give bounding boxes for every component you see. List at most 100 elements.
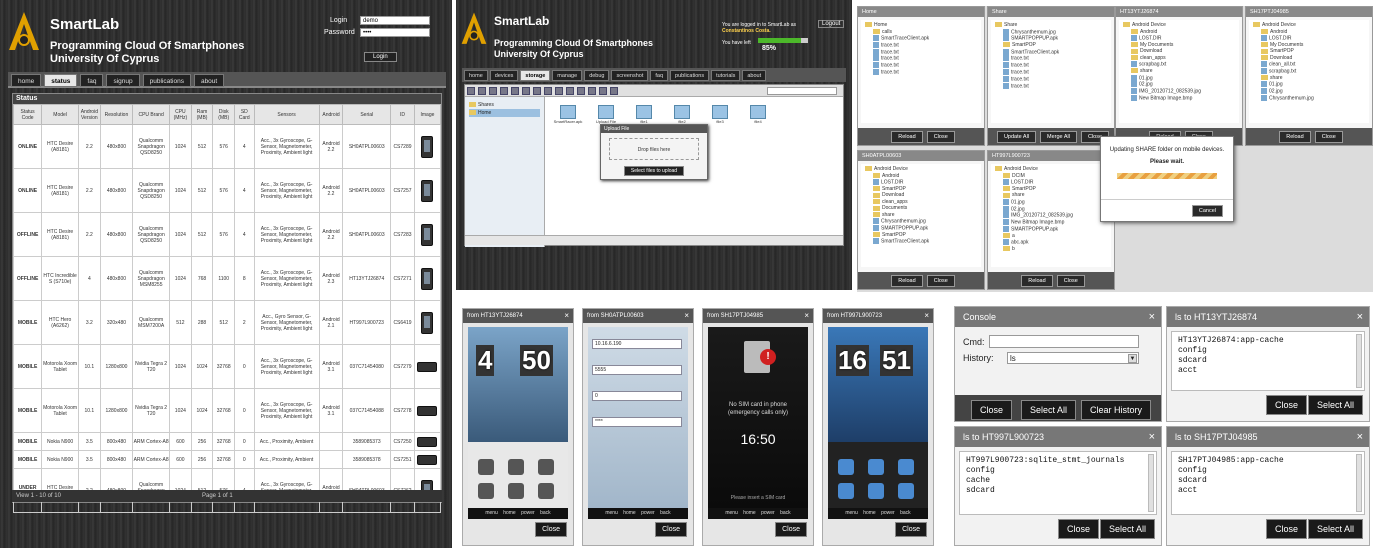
terminal-output[interactable]: SH17PTJ04985:app-cache config sdcard acct (1171, 451, 1365, 515)
app-icon[interactable] (538, 459, 554, 475)
screenshot-close-button[interactable]: Close (775, 522, 807, 537)
form-field[interactable]: 5555 (592, 365, 682, 375)
terminal-scrollbar[interactable] (1356, 334, 1362, 388)
tree-item[interactable]: 01.jpg (1121, 74, 1237, 82)
screenshot-title[interactable]: from SH17PTJ04985 (703, 309, 813, 323)
app-icon[interactable] (898, 483, 914, 499)
folder-reload-button[interactable]: Reload (1279, 131, 1311, 143)
toolbar-action-icon[interactable] (599, 87, 607, 95)
column-header[interactable]: Android (318, 104, 344, 125)
screenshot-title[interactable]: from SH0ATPL00603 (583, 309, 693, 323)
column-header[interactable]: Android Version (78, 104, 101, 125)
toolbar-action-icon[interactable] (522, 87, 530, 95)
column-header[interactable]: Disk (MB) (212, 104, 236, 125)
nav-manage[interactable]: manage (552, 70, 583, 81)
column-header[interactable]: Resolution (99, 104, 134, 125)
tree-item[interactable]: New Bitmap Image.bmp (1121, 95, 1237, 102)
app-icon[interactable] (868, 483, 884, 499)
tree-item[interactable]: Chrysanthemum.jpg (1251, 95, 1367, 102)
folder-close-button[interactable]: Close (1056, 275, 1085, 287)
dialog-cancel-button[interactable]: Cancel (1191, 205, 1223, 217)
tree-item[interactable]: scrapbag.txt (1121, 61, 1237, 68)
console-title[interactable]: Console (955, 307, 1161, 327)
tree-item[interactable]: IMG_20120712_082539.jpg (1121, 88, 1237, 95)
column-header[interactable]: CPU Brand (132, 104, 171, 125)
screenshot-close-button[interactable]: Close (535, 522, 567, 537)
tree-item[interactable]: 01.jpg (993, 198, 1109, 206)
table-row[interactable]: MOBILE Motorola Xoom Tablet 10.1 1280x800 Nv… (12, 344, 442, 389)
device-nav-keys[interactable]: menu home power back (588, 508, 688, 519)
chevron-down-icon[interactable]: ▼ (1128, 354, 1137, 363)
screenshot-title[interactable]: from HT997L900723 (823, 309, 933, 323)
folder-window-title[interactable]: Home (858, 7, 984, 17)
tree-item[interactable]: LOST.DIR (1121, 35, 1237, 42)
folder-close-button[interactable]: Close (926, 275, 955, 287)
column-header[interactable]: Status Code (12, 104, 43, 125)
clear-history-button[interactable]: Clear History (1081, 400, 1152, 420)
history-select[interactable]: ls ▼ (1007, 352, 1139, 364)
terminal-select-all-button[interactable]: Select All (1307, 519, 1363, 539)
device-nav-keys[interactable]: menu home power back (708, 508, 808, 519)
tree-item[interactable]: SMARTPOPPUP.apk (863, 225, 979, 232)
terminal-select-all-button[interactable]: Select All (1099, 519, 1155, 539)
nav-publications[interactable]: publications (670, 70, 710, 81)
folder-reload-button[interactable]: Reload (891, 275, 923, 287)
column-header[interactable]: ID (390, 104, 415, 125)
cmd-input[interactable] (989, 335, 1139, 348)
file-item[interactable]: file1 (627, 105, 661, 124)
console-close-button[interactable]: Close (971, 400, 1013, 420)
nav-screenshot[interactable]: screenshot (611, 70, 649, 81)
form-field[interactable]: 0 (592, 391, 682, 401)
nav-status[interactable]: status (44, 74, 78, 87)
folder-window-title[interactable]: Share (988, 7, 1114, 17)
nav-debug[interactable]: debug (584, 70, 610, 81)
toolbar-action-icon[interactable] (478, 87, 486, 95)
terminal-close-button[interactable]: Close (1265, 519, 1307, 539)
tree-item[interactable]: Chrysanthemum.jpg (863, 218, 979, 225)
file-item[interactable]: Upload File (589, 105, 623, 124)
tree-item[interactable]: SmartTraceClient.apk (863, 238, 979, 245)
file-item[interactable]: SmartRacer.apk (551, 105, 585, 124)
device-nav-keys[interactable]: menu home power back (468, 508, 568, 519)
login-button[interactable]: Login (364, 52, 397, 62)
nav-faq[interactable]: faq (650, 70, 669, 81)
terminal-output[interactable]: HT13YTJ26874:app-cache config sdcard acct (1171, 331, 1365, 391)
table-row[interactable]: OFFLINE HTC Desire (A8181) 2.2 480x800 Qualc… (12, 212, 442, 257)
terminal-scrollbar[interactable] (1356, 454, 1362, 512)
app-icon[interactable] (478, 459, 494, 475)
tree-item[interactable]: scrapbag.txt (1251, 68, 1367, 75)
terminal-title[interactable]: ls to SH17PTJ04985 (1167, 427, 1369, 447)
nav-faq[interactable]: faq (80, 74, 104, 87)
select-files-button[interactable]: Select files to upload (623, 166, 685, 176)
file-item[interactable]: file4 (741, 105, 775, 124)
nav-home[interactable]: home (464, 70, 488, 81)
table-row[interactable]: MOBILE Nokia N900 3.5 800x480 ARM Cortex-A8 6… (12, 450, 442, 469)
folder-reload-button[interactable]: Reload (1021, 275, 1053, 287)
screenshot-close-button[interactable]: Close (655, 522, 687, 537)
nav-devices[interactable]: devices (489, 70, 519, 81)
folder-window-title[interactable]: SH0ATPL00603 (858, 151, 984, 161)
table-row[interactable]: OFFLINE HTC Incredible S (S710e) 4 480x800 Q… (12, 256, 442, 301)
device-nav-keys[interactable]: menu home power back (828, 508, 928, 519)
nav-about[interactable]: about (742, 70, 767, 81)
terminal-output[interactable]: HT997L900723:sqlite_stmt_journals config c… (959, 451, 1157, 515)
column-header[interactable]: Ram (MB) (190, 104, 214, 125)
app-icon[interactable] (538, 483, 554, 499)
tree-item[interactable]: New Bitmap Image.bmp (993, 219, 1109, 226)
app-icon[interactable] (898, 459, 914, 475)
nav-tutorials[interactable]: tutorials (711, 70, 741, 81)
folder-update-all-button[interactable]: Update All (996, 131, 1037, 143)
toolbar-action-icon[interactable] (544, 87, 552, 95)
grid-pager[interactable]: Page 1 of 1 (202, 490, 233, 502)
column-header[interactable]: Model (41, 104, 80, 125)
file-item[interactable]: file3 (703, 105, 737, 124)
tree-item[interactable]: trace.txt (863, 48, 979, 56)
table-row[interactable]: MOBILE HTC Hero (A6262) 3.2 320x480 Qualcomm… (12, 300, 442, 345)
app-icon[interactable] (478, 483, 494, 499)
console-select-all-button[interactable]: Select All (1021, 400, 1077, 420)
terminal-title[interactable]: ls to HT13YTJ26874 (1167, 307, 1369, 327)
login-input[interactable]: demo (360, 16, 430, 25)
tree-item[interactable]: 02.jpg (993, 205, 1109, 213)
nav-storage[interactable]: storage (520, 70, 551, 81)
toolbar-action-icon[interactable] (533, 87, 541, 95)
